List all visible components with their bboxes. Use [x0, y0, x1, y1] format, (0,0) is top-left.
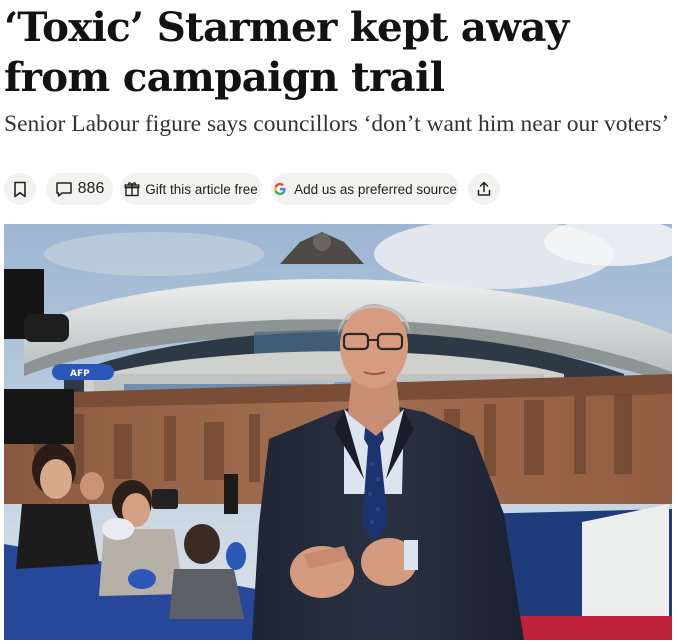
article-photo: AFP: [4, 224, 672, 640]
gift-article-button[interactable]: Gift this article free: [120, 173, 262, 205]
comments-button[interactable]: 886: [46, 173, 113, 205]
preferred-source-label: Add us as preferred source: [294, 181, 457, 197]
share-button[interactable]: [468, 173, 500, 205]
gift-icon: [124, 181, 140, 197]
preferred-source-button[interactable]: Add us as preferred source: [271, 173, 459, 205]
standfirst: Senior Labour figure says councillors ‘d…: [4, 111, 670, 137]
comment-count: 886: [77, 180, 105, 197]
afp-microphone-tag: AFP: [70, 369, 90, 379]
gift-label: Gift this article free: [145, 181, 258, 197]
google-g-icon: [273, 182, 287, 196]
headline: ‘Toxic’ Starmer kept away from campaign …: [4, 3, 569, 101]
speech-bubble-icon: [55, 181, 73, 198]
share-icon: [476, 181, 492, 197]
bookmark-icon: [13, 181, 27, 198]
bookmark-button[interactable]: [4, 173, 36, 205]
